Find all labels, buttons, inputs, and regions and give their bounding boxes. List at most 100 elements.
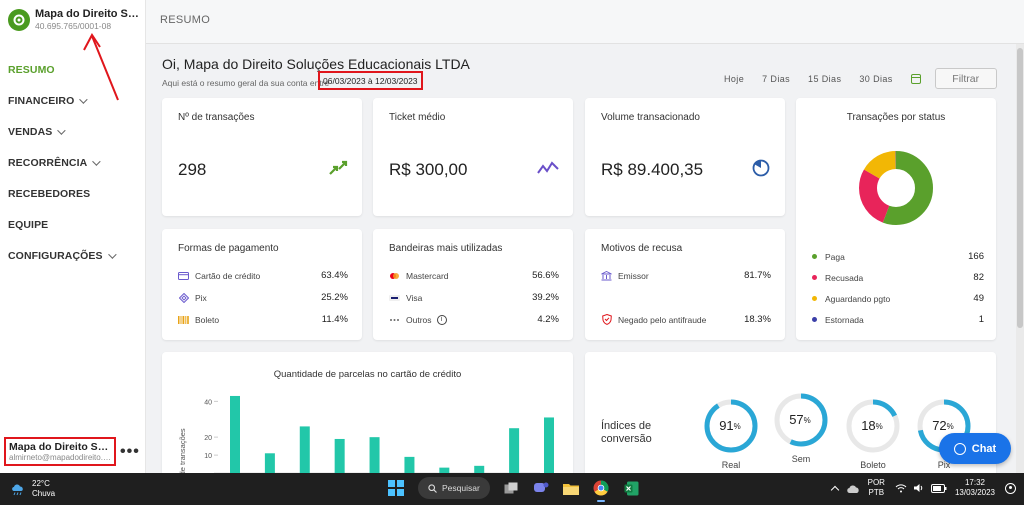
gauge-value: 91%	[719, 418, 741, 433]
gauge-label: Real	[721, 460, 741, 470]
kpi-value: R$ 300,00	[389, 160, 468, 179]
mastercard-icon	[389, 271, 400, 280]
nav-item-recorrencia[interactable]: RECORRÊNCIA	[8, 147, 114, 178]
weather-condition: Chuva	[32, 489, 56, 498]
task-view-icon[interactable]	[500, 477, 522, 499]
user-email: almirneto@mapadodireito.com.br	[9, 453, 111, 462]
status-legend-recusada: Recusada 82	[812, 272, 984, 283]
filter-15-days[interactable]: 15 Dias	[808, 74, 841, 84]
cloud-icon[interactable]	[846, 483, 860, 494]
taskbar-search[interactable]: Pesquisar	[418, 477, 490, 499]
refusal-row-antifraud: Negado pelo antifraude 18.3%	[601, 314, 771, 325]
chevron-down-icon	[92, 156, 101, 166]
kpi-card-ticket: Ticket médio R$ 300,00	[373, 98, 573, 216]
sidebar-nav: RESUMO FINANCEIRO VENDAS RECORRÊNCIA REC…	[8, 54, 117, 271]
gauge-value: 72%	[932, 418, 954, 433]
page-scrollbar[interactable]	[1016, 44, 1024, 473]
payment-row-credit: Cartão de crédito 63.4%	[178, 270, 348, 281]
nav-item-configuracoes[interactable]: CONFIGURAÇÕES	[8, 240, 117, 271]
y-tick-label: 20	[204, 435, 212, 442]
greeting: Oi, Mapa do Direito Soluções Educacionai…	[162, 56, 470, 72]
brand-row-visa: Visa 39.2%	[389, 292, 559, 303]
installments-chart-card: Quantidade de parcelas no cartão de créd…	[162, 352, 573, 482]
refusal-reasons-card: Motivos de recusa Emissor 81.7% Negado p…	[585, 229, 785, 340]
legend-dot	[812, 254, 817, 259]
legend-dot	[812, 317, 817, 322]
trend-icon	[537, 161, 559, 174]
battery-icon[interactable]	[930, 483, 947, 493]
status-legend-paga: Paga 166	[812, 251, 984, 262]
chat-button[interactable]: Chat	[939, 433, 1011, 464]
bar-5	[369, 437, 380, 473]
speaker-icon[interactable]	[913, 483, 925, 493]
kpi-title: Nº de transações	[178, 112, 255, 123]
arrows-icon	[329, 160, 348, 175]
windows-start-icon[interactable]	[388, 480, 404, 496]
weather-widget[interactable]: 22°C Chuva	[10, 479, 55, 499]
nav-item-equipe[interactable]: EQUIPE	[8, 209, 114, 240]
top-bar: RESUMO	[146, 0, 1024, 44]
conversion-gauge-2: 18%	[846, 399, 900, 453]
conversion-title: Índices de conversão	[601, 420, 652, 445]
chevron-down-icon	[57, 125, 67, 135]
filter-today[interactable]: Hoje	[724, 74, 744, 84]
user-account[interactable]: Mapa do Direito Soluções Educacionais LT…	[4, 437, 116, 466]
filter-7-days[interactable]: 7 Dias	[762, 74, 790, 84]
kpi-card-transactions: Nº de transações 298	[162, 98, 362, 216]
nav-item-resumo[interactable]: RESUMO	[8, 54, 114, 85]
calendar-icon[interactable]	[910, 73, 921, 84]
shield-icon	[601, 314, 612, 325]
excel-icon[interactable]	[620, 477, 642, 499]
bar-8	[474, 465, 485, 473]
more-options-button[interactable]: •••	[120, 443, 140, 461]
dots-icon	[389, 315, 400, 324]
chrome-icon[interactable]	[590, 477, 612, 502]
brand-name: Mapa do Direito Soluções Educacionais LT…	[35, 8, 139, 20]
legend-dot	[812, 296, 817, 301]
input-language[interactable]: POR PTB	[868, 478, 885, 498]
chevron-up-icon[interactable]	[830, 485, 839, 494]
payment-row-boleto: Boleto 11.4%	[178, 314, 348, 325]
card-title: Bandeiras mais utilizadas	[389, 243, 503, 254]
conversion-card: Índices de conversão 91% Real 57% Sem 18% Bol…	[585, 352, 996, 482]
payment-methods-card: Formas de pagamento Cartão de crédito 63…	[162, 229, 362, 340]
notification-icon[interactable]	[1005, 482, 1016, 494]
status-card: Transações por status Paga 166 Recusada …	[796, 98, 996, 340]
nav-item-vendas[interactable]: VENDAS	[8, 116, 114, 147]
windows-taskbar: 22°C Chuva Pesquisar POR PTB 17:32 13/03…	[0, 473, 1024, 505]
page-title: RESUMO	[160, 14, 211, 26]
teams-chat-icon[interactable]	[530, 477, 552, 499]
scrollbar-thumb[interactable]	[1017, 48, 1023, 328]
nav-item-financeiro[interactable]: FINANCEIRO	[8, 85, 114, 116]
bar-3	[299, 426, 310, 473]
conversion-gauge-1: 57%	[774, 393, 828, 447]
filter-30-days[interactable]: 30 Dias	[859, 74, 892, 84]
system-clock[interactable]: 17:32 13/03/2023	[955, 478, 995, 498]
bar-10	[544, 417, 554, 473]
wifi-icon[interactable]	[895, 483, 907, 493]
bar-6	[404, 456, 415, 473]
file-explorer-icon[interactable]	[560, 477, 582, 499]
chevron-down-icon	[79, 94, 89, 104]
sidebar: Mapa do Direito Soluções Educacionais LT…	[0, 0, 146, 473]
card-title: Motivos de recusa	[601, 243, 683, 254]
gauge-label: Sem	[791, 454, 811, 464]
gauge-value: 18%	[861, 418, 883, 433]
nav-item-recebedores[interactable]: RECEBEDORES	[8, 178, 114, 209]
brand-document: 40.695.765/0001-08	[35, 21, 112, 31]
brand[interactable]: Mapa do Direito Soluções Educacionais LT…	[8, 8, 139, 31]
system-tray: POR PTB 17:32 13/03/2023	[830, 478, 1016, 498]
brand-row-mastercard: Mastercard 56.6%	[389, 270, 559, 281]
payment-row-pix: Pix 25.2%	[178, 292, 348, 303]
filter-button[interactable]: Filtrar	[934, 68, 997, 89]
user-name: Mapa do Direito Soluções Educacionais LT…	[9, 441, 111, 453]
bank-icon	[601, 270, 612, 280]
info-icon[interactable]: i	[436, 314, 447, 325]
installments-bar-chart: 102040Nº de transações	[178, 395, 554, 482]
status-title: Transações por status	[846, 112, 946, 123]
gauge-label: Boleto	[860, 460, 886, 470]
kpi-title: Ticket médio	[389, 112, 446, 123]
bar-4	[334, 438, 345, 473]
kpi-title: Volume transacionado	[601, 112, 700, 123]
conversion-gauge-0: 91%	[704, 399, 758, 453]
